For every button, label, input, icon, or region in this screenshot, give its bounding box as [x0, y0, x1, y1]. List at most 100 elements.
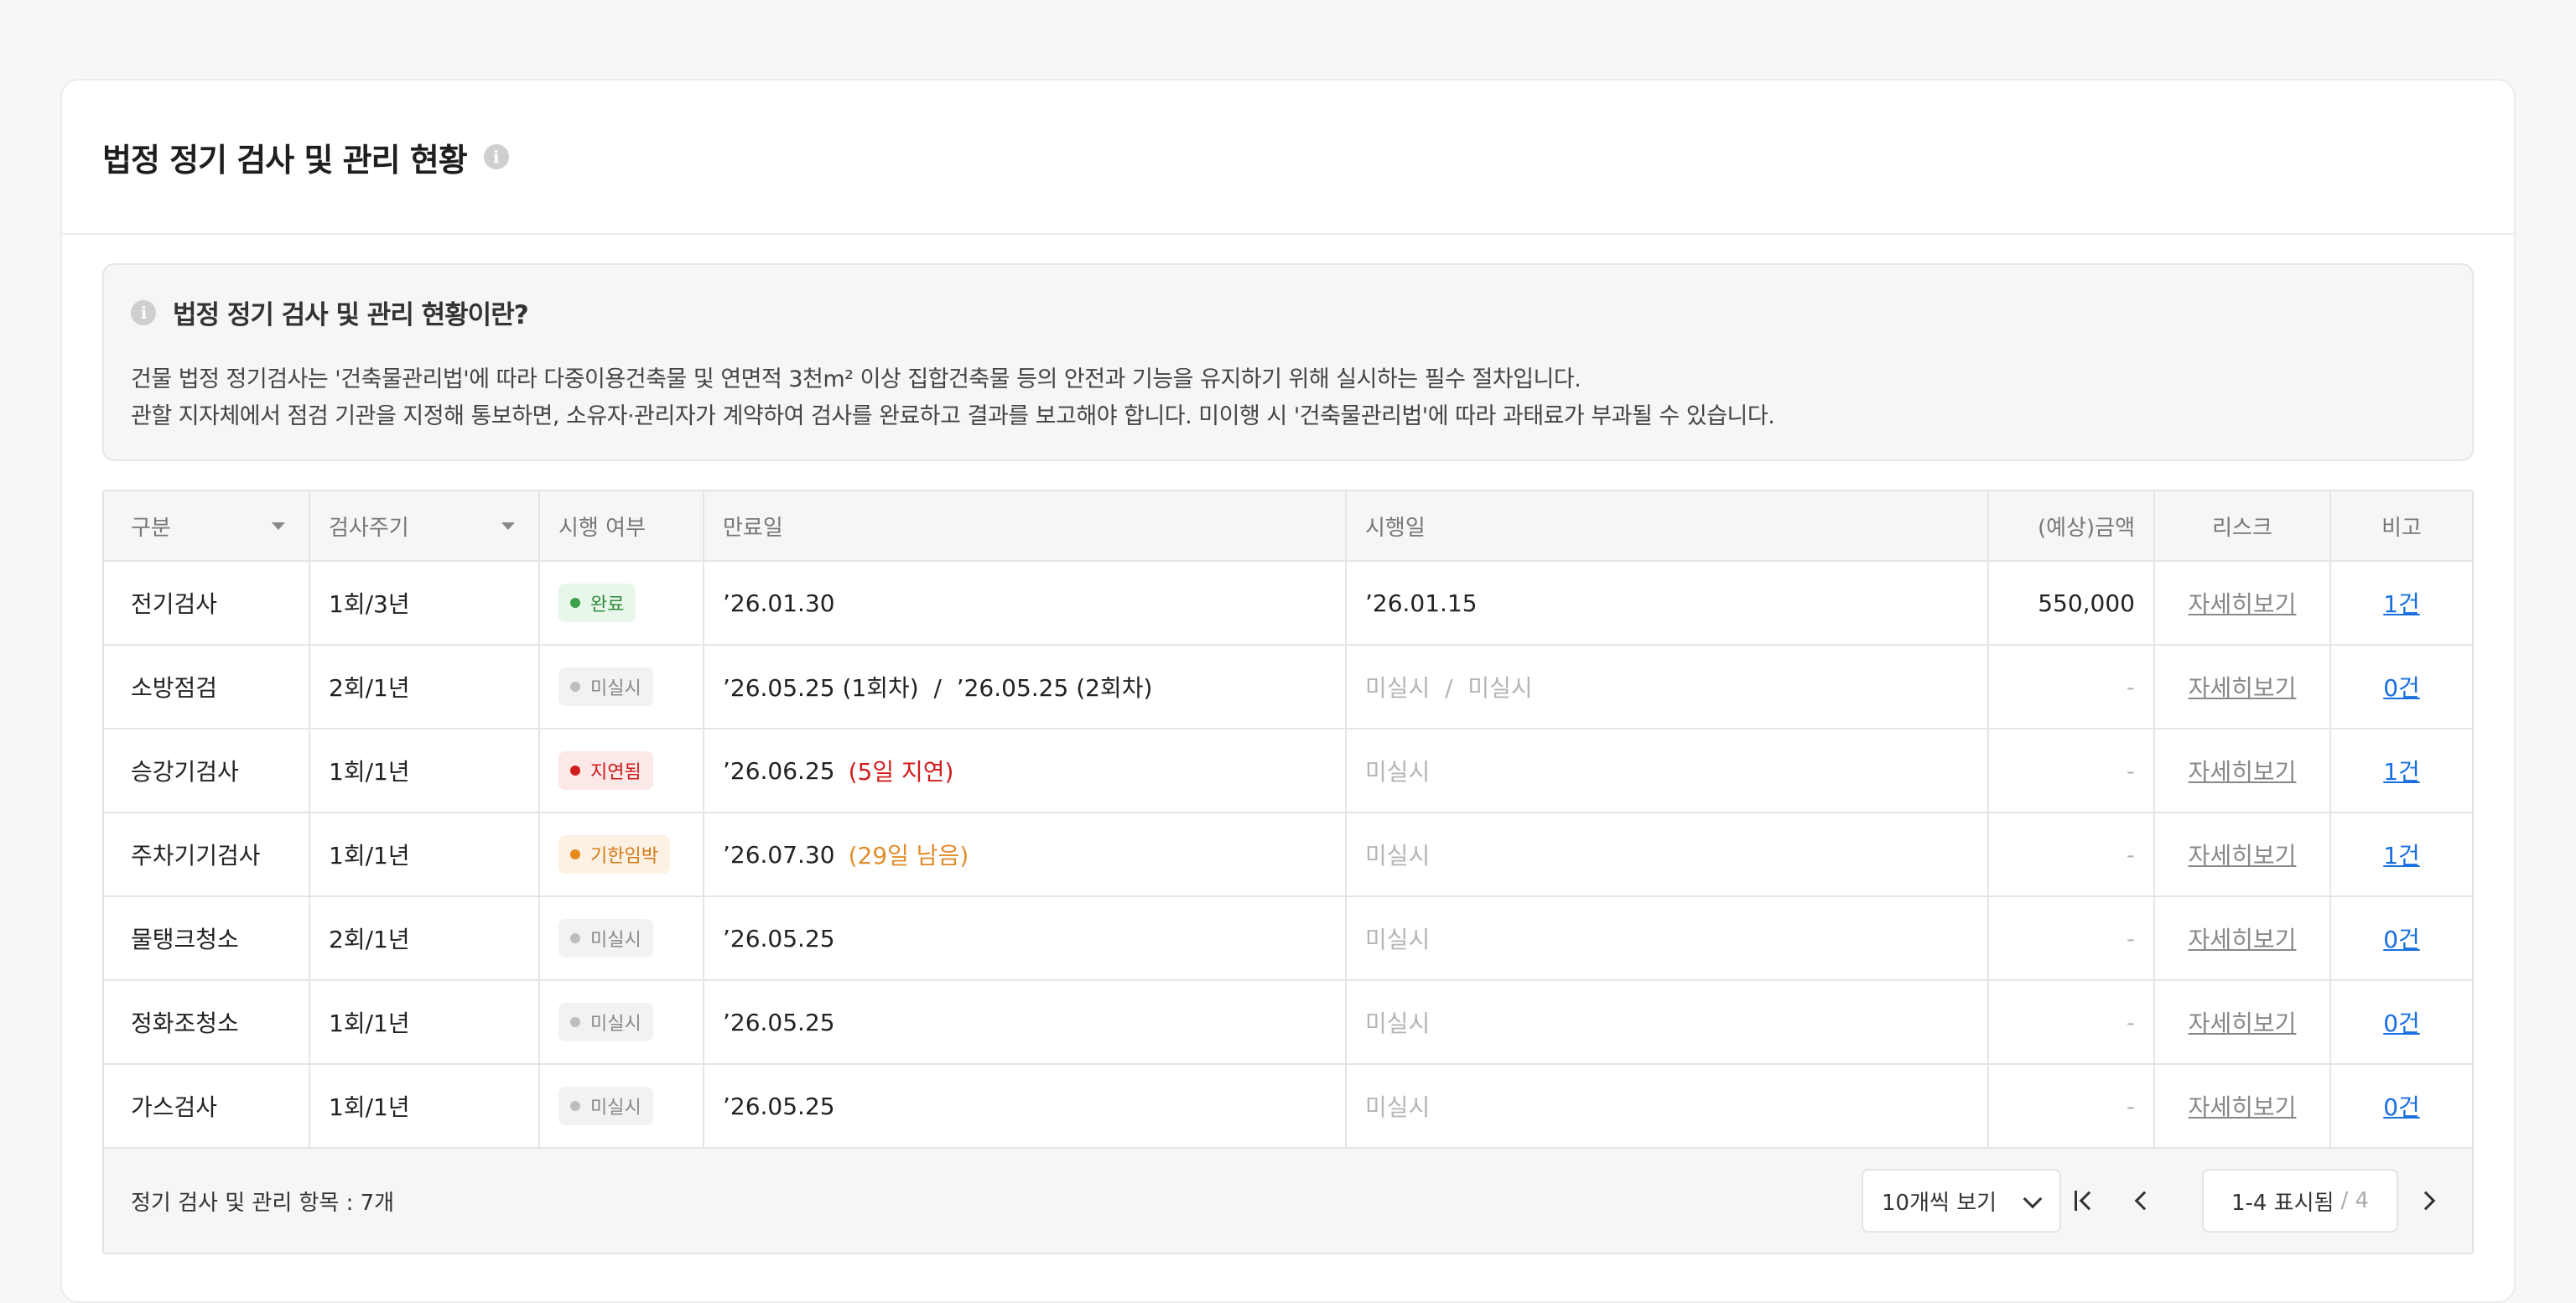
total-count: 정기 검사 및 관리 항목 : 7개	[131, 1190, 395, 1216]
cell-type: 주차기기검사	[104, 813, 310, 895]
table-row: 승강기검사 1회/1년 지연됨 ’26.06.25 (5일 지연) 미실시 - 자…	[104, 729, 2472, 813]
note-count-link[interactable]: 1건	[2383, 838, 2420, 871]
cell-expiry: ’26.05.25 (1회차) / ’26.05.25 (2회차)	[704, 646, 1347, 728]
cell-risk: 자세히보기	[2155, 646, 2331, 728]
cell-status: 완료	[540, 562, 704, 644]
info-box-heading: 법정 정기 검사 및 관리 현황이란?	[173, 300, 529, 330]
last-page-button[interactable]	[2457, 1169, 2472, 1233]
cell-type: 승강기검사	[104, 729, 310, 812]
risk-detail-link[interactable]: 자세히보기	[2189, 838, 2297, 871]
inspection-card: 법정 정기 검사 및 관리 현황 i i 법정 정기 검사 및 관리 현황이란?…	[60, 79, 2516, 1303]
cell-note: 0건	[2331, 897, 2472, 979]
risk-detail-link[interactable]: 자세히보기	[2189, 670, 2297, 703]
col-header-exec: 시행일	[1347, 491, 1989, 560]
note-count-link[interactable]: 0건	[2383, 1089, 2420, 1123]
status-badge: 미실시	[558, 919, 653, 958]
risk-detail-link[interactable]: 자세히보기	[2189, 754, 2297, 787]
status-dot-icon	[570, 598, 580, 608]
cell-exec: 미실시 / 미실시	[1347, 646, 1989, 728]
info-box: i 법정 정기 검사 및 관리 현황이란? 건물 법정 정기검사는 '건축물관리…	[102, 263, 2474, 461]
cell-amount: -	[1989, 813, 2155, 895]
cell-note: 0건	[2331, 1065, 2472, 1147]
note-count-link[interactable]: 1건	[2383, 586, 2420, 620]
table-row: 소방점검 2회/1년 미실시 ’26.05.25 (1회차) / ’26.05.…	[104, 646, 2472, 729]
cell-exec: 미실시	[1347, 981, 1989, 1063]
cell-amount: -	[1989, 729, 2155, 812]
note-count-link[interactable]: 0건	[2383, 670, 2420, 703]
cell-expiry: ’26.05.25	[704, 1065, 1347, 1147]
chevron-right-icon	[2469, 1191, 2472, 1211]
cell-cycle: 1회/1년	[310, 813, 540, 895]
cell-risk: 자세히보기	[2155, 813, 2331, 895]
first-page-button[interactable]	[2059, 1169, 2110, 1233]
cell-cycle: 2회/1년	[310, 897, 540, 979]
table-row: 정화조청소 1회/1년 미실시 ’26.05.25 미실시 - 자세히보기 0건	[104, 981, 2472, 1065]
remaining-note: (29일 남음)	[848, 842, 969, 870]
page-title: 법정 정기 검사 및 관리 현황	[102, 141, 468, 179]
sort-caret-icon[interactable]	[272, 522, 285, 530]
cell-status: 미실시	[540, 646, 704, 728]
sort-caret-icon[interactable]	[501, 522, 515, 530]
info-line-2: 관할 지자체에서 점검 기관을 지정해 통보하면, 소유자·관리자가 계약하여 …	[131, 403, 1775, 429]
cell-exec: 미실시	[1347, 897, 1989, 979]
cell-expiry: ’26.06.25 (5일 지연)	[704, 729, 1347, 812]
cell-risk: 자세히보기	[2155, 729, 2331, 812]
info-box-body: 건물 법정 정기검사는 '건축물관리법'에 따라 다중이용건축물 및 연면적 3…	[131, 361, 2445, 435]
prev-page-button[interactable]	[2116, 1169, 2167, 1233]
note-count-link[interactable]: 1건	[2383, 754, 2420, 787]
col-header-amount: (예상)금액	[1989, 491, 2155, 560]
col-header-note: 비고	[2381, 515, 2422, 541]
risk-detail-link[interactable]: 자세히보기	[2189, 1089, 2297, 1123]
status-dot-icon	[570, 1101, 580, 1111]
per-page-label: 10개씩 보기	[1882, 1190, 1997, 1216]
cell-expiry: ’26.05.25	[704, 981, 1347, 1063]
status-badge: 미실시	[558, 667, 653, 706]
cell-exec: 미실시	[1347, 813, 1989, 895]
per-page-select[interactable]: 10개씩 보기	[1862, 1169, 2061, 1233]
cell-note: 0건	[2331, 646, 2472, 728]
cell-type: 물탱크청소	[104, 897, 310, 979]
table-row: 가스검사 1회/1년 미실시 ’26.05.25 미실시 - 자세히보기 0건	[104, 1065, 2472, 1149]
cell-cycle: 1회/3년	[310, 562, 540, 644]
cell-note: 1건	[2331, 562, 2472, 644]
info-icon[interactable]: i	[483, 144, 509, 169]
cell-type: 전기검사	[104, 562, 310, 644]
next-page-button[interactable]	[2403, 1169, 2454, 1233]
cell-amount: -	[1989, 646, 2155, 728]
cell-exec: ’26.01.15	[1347, 562, 1989, 644]
cell-amount: -	[1989, 897, 2155, 979]
cell-exec: 미실시	[1347, 729, 1989, 812]
table-footer: 정기 검사 및 관리 항목 : 7개 10개씩 보기 1-4 표시됨 / 4	[104, 1149, 2472, 1253]
table-row: 전기검사 1회/3년 완료 ’26.01.30 ’26.01.15 550,00…	[104, 562, 2472, 646]
chevron-down-icon	[2023, 1189, 2043, 1209]
status-badge: 완료	[558, 584, 636, 622]
risk-detail-link[interactable]: 자세히보기	[2189, 921, 2297, 955]
cell-status: 지연됨	[540, 729, 704, 812]
table-header-row: 구분 검사주기 시행 여부 만료일 시행일 (예상)금액 리스크 비고	[104, 491, 2472, 562]
risk-detail-link[interactable]: 자세히보기	[2189, 586, 2297, 620]
card-header: 법정 정기 검사 및 관리 현황 i	[62, 80, 2514, 235]
cell-amount: -	[1989, 1065, 2155, 1147]
table-row: 주차기기검사 1회/1년 기한임박 ’26.07.30 (29일 남음) 미실시 …	[104, 813, 2472, 897]
cell-status: 미실시	[540, 897, 704, 979]
page-indicator: 1-4 표시됨 / 4	[2202, 1169, 2398, 1233]
chevron-left-icon	[2079, 1191, 2098, 1211]
page-total: / 4	[2340, 1188, 2370, 1213]
status-badge: 미실시	[558, 1087, 653, 1125]
note-count-link[interactable]: 0건	[2383, 921, 2420, 955]
first-page-bar-icon	[2074, 1191, 2077, 1211]
info-icon: i	[131, 299, 156, 325]
chevron-right-icon	[2416, 1191, 2436, 1211]
status-dot-icon	[570, 933, 580, 943]
info-line-1: 건물 법정 정기검사는 '건축물관리법'에 따라 다중이용건축물 및 연면적 3…	[131, 366, 1581, 392]
cell-amount: 550,000	[1989, 562, 2155, 644]
status-dot-icon	[570, 766, 580, 776]
col-header-cycle[interactable]: 검사주기	[310, 491, 540, 560]
col-header-type[interactable]: 구분	[104, 491, 310, 560]
note-count-link[interactable]: 0건	[2383, 1005, 2420, 1039]
cell-risk: 자세히보기	[2155, 981, 2331, 1063]
page-range: 1-4 표시됨	[2231, 1190, 2334, 1216]
risk-detail-link[interactable]: 자세히보기	[2189, 1005, 2297, 1039]
status-dot-icon	[570, 1017, 580, 1027]
cell-type: 소방점검	[104, 646, 310, 728]
